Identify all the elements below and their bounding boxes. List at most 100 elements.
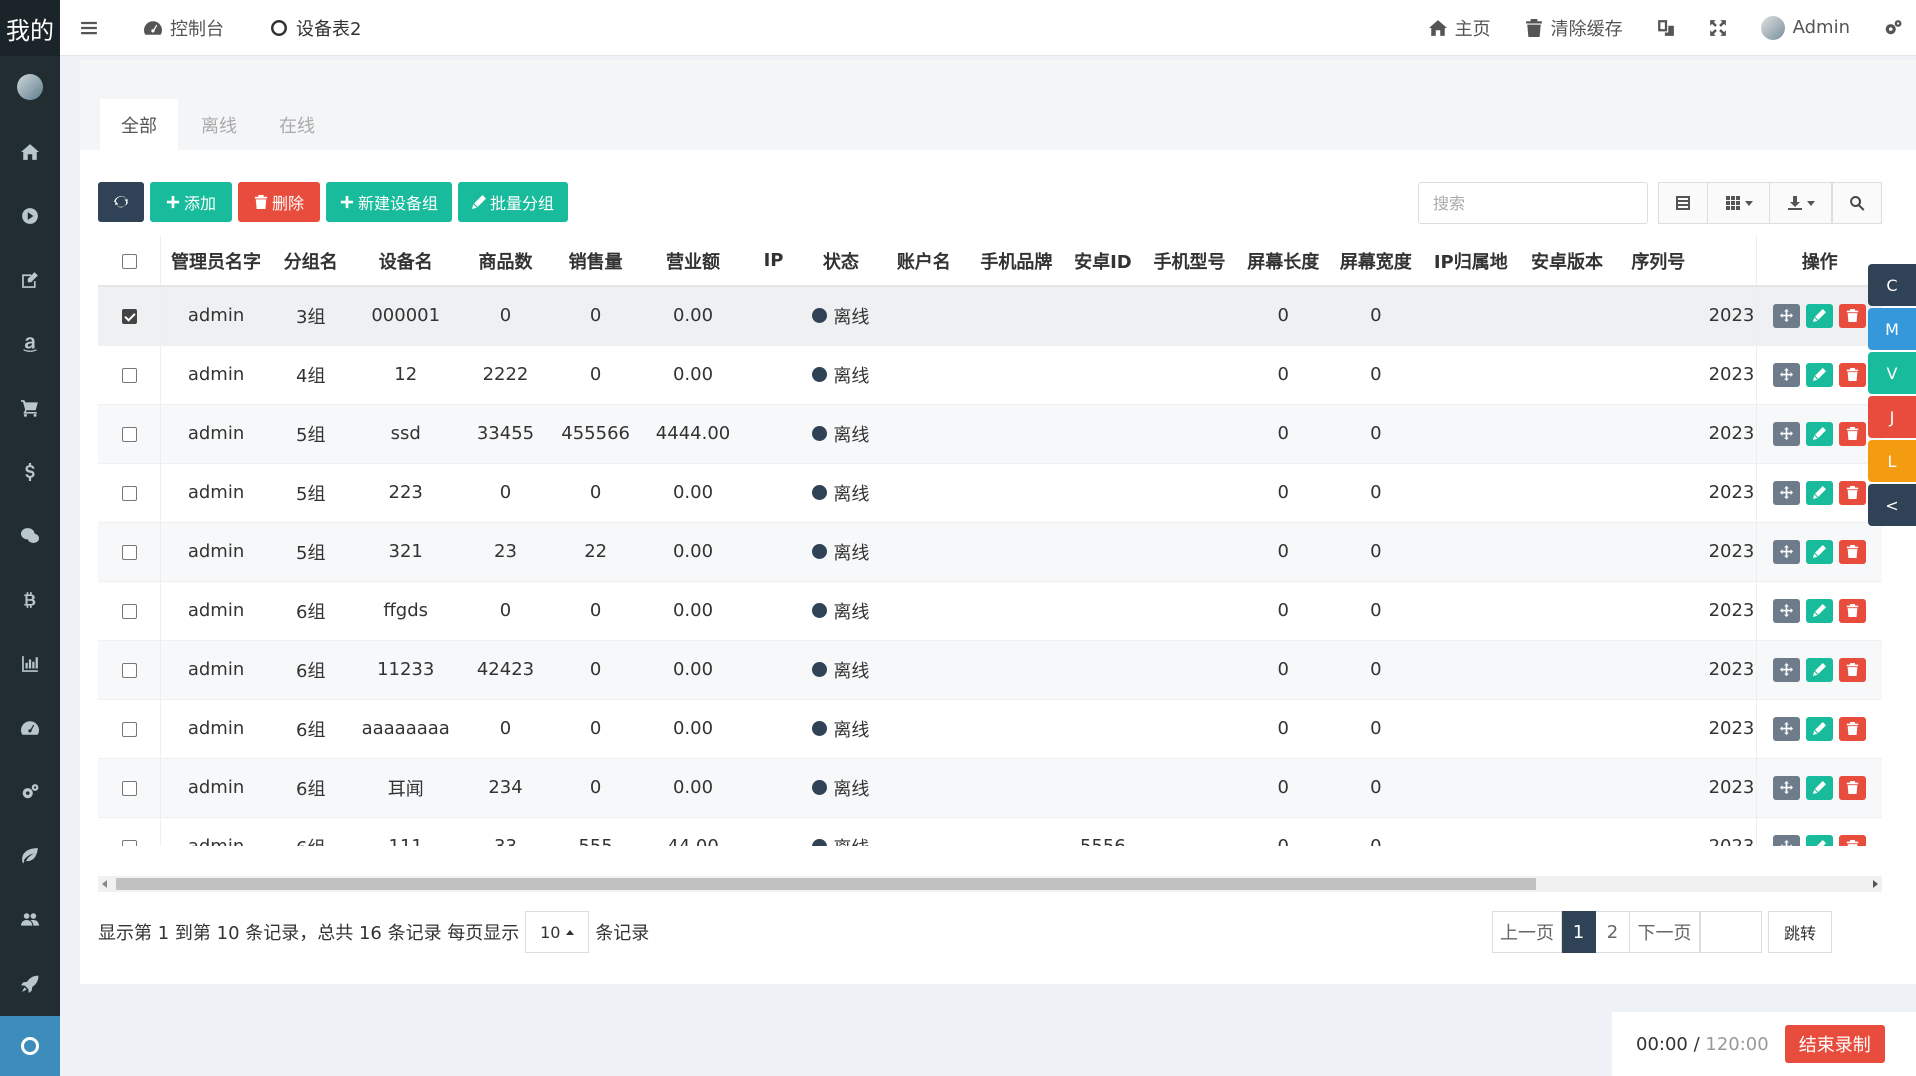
move-button[interactable]	[1773, 362, 1801, 387]
table-row[interactable]: admin 6组 11233 42423 0 0.00 离线 0 0 2023	[98, 639, 1882, 699]
column-header[interactable]: 商品数	[461, 236, 550, 287]
home-link[interactable]: 主页	[1428, 15, 1491, 41]
clear-cache-button[interactable]: 清除缓存	[1525, 15, 1623, 41]
edit-button[interactable]	[1806, 598, 1834, 623]
page-size-select[interactable]: 10	[525, 911, 590, 953]
sidebar-bottom-toggle[interactable]	[0, 1016, 60, 1076]
row-checkbox[interactable]	[121, 780, 137, 796]
tab-online[interactable]: 在线	[260, 99, 334, 150]
delete-row-button[interactable]	[1839, 362, 1867, 387]
delete-row-button[interactable]	[1839, 421, 1867, 446]
advanced-search-button[interactable]	[1832, 182, 1882, 224]
column-header[interactable]: 手机品牌	[968, 236, 1065, 287]
column-header[interactable]: 分组名	[271, 236, 351, 287]
edit-button[interactable]	[1806, 834, 1834, 846]
move-button[interactable]	[1773, 421, 1801, 446]
jump-button[interactable]: 跳转	[1768, 911, 1832, 953]
next-page-button[interactable]: 下一页	[1630, 911, 1700, 953]
column-header[interactable]: 屏幕长度	[1237, 236, 1329, 287]
columns-button[interactable]	[1708, 182, 1770, 224]
move-button[interactable]	[1773, 480, 1801, 505]
fullscreen-button[interactable]	[1709, 19, 1727, 37]
row-checkbox[interactable]	[121, 662, 137, 678]
column-header[interactable]: 安卓版本	[1518, 236, 1616, 287]
delete-button[interactable]: 删除	[238, 182, 320, 222]
move-button[interactable]	[1773, 539, 1801, 564]
column-header[interactable]: 状态	[802, 236, 880, 287]
edit-button[interactable]	[1806, 362, 1834, 387]
delete-row-button[interactable]	[1839, 480, 1867, 505]
row-checkbox[interactable]	[121, 308, 137, 324]
app-logo[interactable]: 我的	[0, 0, 60, 56]
float-tab-l[interactable]: L	[1868, 440, 1916, 482]
column-header[interactable]: 屏幕宽度	[1328, 236, 1423, 287]
settings-button[interactable]	[1884, 19, 1902, 37]
batch-group-button[interactable]: 批量分组	[458, 182, 568, 222]
page-button-1[interactable]: 1	[1562, 911, 1596, 953]
column-header[interactable]: 设备名	[350, 236, 462, 287]
sidebar-item-play[interactable]	[0, 184, 60, 248]
edit-button[interactable]	[1806, 716, 1834, 741]
column-header[interactable]: 序列号	[1615, 236, 1702, 287]
sidebar-item-leaf[interactable]	[0, 824, 60, 888]
sidebar-item-home[interactable]	[0, 120, 60, 184]
scroll-left-icon[interactable]	[102, 880, 107, 888]
move-button[interactable]	[1773, 834, 1801, 846]
edit-button[interactable]	[1806, 480, 1834, 505]
column-header[interactable]: 销售量	[549, 236, 642, 287]
add-button[interactable]: 添加	[150, 182, 232, 222]
search-input[interactable]	[1418, 182, 1648, 224]
column-header[interactable]: 账户名	[879, 236, 969, 287]
edit-button[interactable]	[1806, 303, 1834, 328]
row-checkbox[interactable]	[121, 544, 137, 560]
float-tab-collapse[interactable]: <	[1868, 484, 1916, 526]
row-checkbox[interactable]	[121, 603, 137, 619]
translate-button[interactable]	[1657, 19, 1675, 37]
table-row[interactable]: admin 3组 000001 0 0 0.00 离线 0 0 2023	[98, 285, 1882, 345]
delete-row-button[interactable]	[1839, 834, 1867, 846]
sidebar-avatar[interactable]	[17, 74, 43, 100]
delete-row-button[interactable]	[1839, 775, 1867, 800]
delete-row-button[interactable]	[1839, 539, 1867, 564]
move-button[interactable]	[1773, 303, 1801, 328]
row-checkbox[interactable]	[121, 426, 137, 442]
scrollbar-thumb[interactable]	[116, 878, 1536, 890]
sidebar-item-edit[interactable]	[0, 248, 60, 312]
table-row[interactable]: admin 5组 ssd 33455 455566 4444.00 离线 0 0 2023	[98, 403, 1882, 463]
table-row[interactable]: admin 5组 321 23 22 0.00 离线 0 0 2023	[98, 521, 1882, 581]
sidebar-item-wechat[interactable]	[0, 504, 60, 568]
column-header[interactable]: 安卓ID	[1064, 236, 1142, 287]
column-header[interactable]: 营业额	[641, 236, 745, 287]
scroll-right-icon[interactable]	[1873, 880, 1878, 888]
stop-recording-button[interactable]: 结束录制	[1784, 1025, 1885, 1063]
toggle-view-button[interactable]	[1658, 182, 1708, 224]
jump-page-input[interactable]	[1700, 911, 1762, 953]
float-tab-m[interactable]: M	[1868, 308, 1916, 350]
column-header[interactable]: 管理员名字	[160, 236, 272, 287]
user-menu[interactable]: Admin	[1760, 15, 1850, 40]
sidebar-item-cart[interactable]	[0, 376, 60, 440]
column-header[interactable]: IP归属地	[1422, 236, 1519, 287]
refresh-button[interactable]	[98, 182, 144, 222]
float-tab-v[interactable]: V	[1868, 352, 1916, 394]
prev-page-button[interactable]: 上一页	[1492, 911, 1562, 953]
sidebar-item-settings[interactable]	[0, 760, 60, 824]
table-row[interactable]: admin 6组 耳闻 234 0 0.00 离线 0 0 2023	[98, 757, 1882, 817]
delete-row-button[interactable]	[1839, 598, 1867, 623]
table-row[interactable]: admin 6组 aaaaaaaa 0 0 0.00 离线 0 0 2023	[98, 698, 1882, 758]
edit-button[interactable]	[1806, 421, 1834, 446]
move-button[interactable]	[1773, 657, 1801, 682]
sidebar-item-rocket[interactable]	[0, 952, 60, 1016]
edit-button[interactable]	[1806, 775, 1834, 800]
table-row[interactable]: admin 4组 12 2222 0 0.00 离线 0 0 2023	[98, 344, 1882, 404]
row-checkbox[interactable]	[121, 367, 137, 383]
move-button[interactable]	[1773, 775, 1801, 800]
sidebar-item-bitcoin[interactable]	[0, 568, 60, 632]
sidebar-item-amazon[interactable]	[0, 312, 60, 376]
sidebar-item-chart[interactable]	[0, 632, 60, 696]
export-button[interactable]	[1770, 182, 1832, 224]
column-header[interactable]: 手机型号	[1141, 236, 1238, 287]
menu-toggle-button[interactable]	[80, 19, 98, 37]
sidebar-item-dollar[interactable]	[0, 440, 60, 504]
sidebar-item-dashboard[interactable]	[0, 696, 60, 760]
